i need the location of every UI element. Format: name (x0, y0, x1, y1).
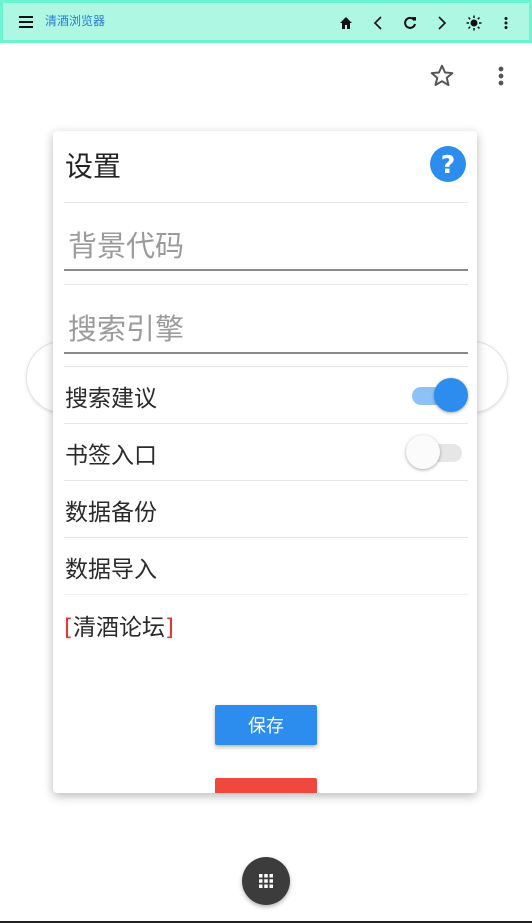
page-more-icon[interactable] (484, 59, 518, 93)
divider (64, 594, 468, 595)
forum-bracket-open: [ (64, 615, 73, 641)
back-icon[interactable] (365, 10, 391, 36)
dialog-title: 设置 (65, 150, 122, 183)
forum-bracket-close: ] (164, 615, 174, 641)
data-import-row[interactable]: 数据导入 (64, 538, 468, 595)
search-suggestion-row[interactable]: 搜索建议 (64, 367, 468, 424)
browser-title: 清酒浏览器 (45, 14, 106, 28)
forum-label: 清酒论坛 (72, 615, 165, 641)
search-suggestion-label: 搜索建议 (65, 386, 157, 412)
home-icon[interactable] (333, 10, 359, 36)
search-suggestion-toggle[interactable] (406, 377, 468, 413)
help-icon[interactable]: ? (430, 146, 466, 182)
divider (64, 284, 468, 285)
bookmark-entry-label: 书签入口 (65, 443, 157, 469)
more-vert-icon[interactable] (493, 10, 519, 36)
data-import-label: 数据导入 (65, 557, 157, 583)
background-code-input[interactable] (64, 223, 468, 271)
refresh-icon[interactable] (397, 10, 423, 36)
settings-dialog: 设置 ? 搜索建议 书签入口 数据备份 数据导入 [清酒论坛] 保存 (53, 131, 477, 793)
forward-icon[interactable] (429, 10, 455, 36)
bookmark-entry-toggle[interactable] (406, 434, 468, 470)
cancel-button[interactable] (215, 778, 317, 793)
brightness-icon[interactable] (461, 10, 487, 36)
data-backup-row[interactable]: 数据备份 (64, 481, 468, 538)
search-engine-input[interactable] (64, 306, 468, 354)
star-icon[interactable] (425, 59, 459, 93)
forum-link[interactable]: [清酒论坛] (64, 608, 174, 642)
bookmark-entry-row[interactable]: 书签入口 (64, 424, 468, 481)
browser-toolbar: 清酒浏览器 (0, 0, 532, 43)
data-backup-label: 数据备份 (65, 500, 157, 526)
menu-icon[interactable] (15, 11, 37, 33)
grid-icon[interactable] (242, 857, 290, 905)
save-button[interactable]: 保存 (215, 705, 317, 745)
divider (64, 202, 468, 203)
